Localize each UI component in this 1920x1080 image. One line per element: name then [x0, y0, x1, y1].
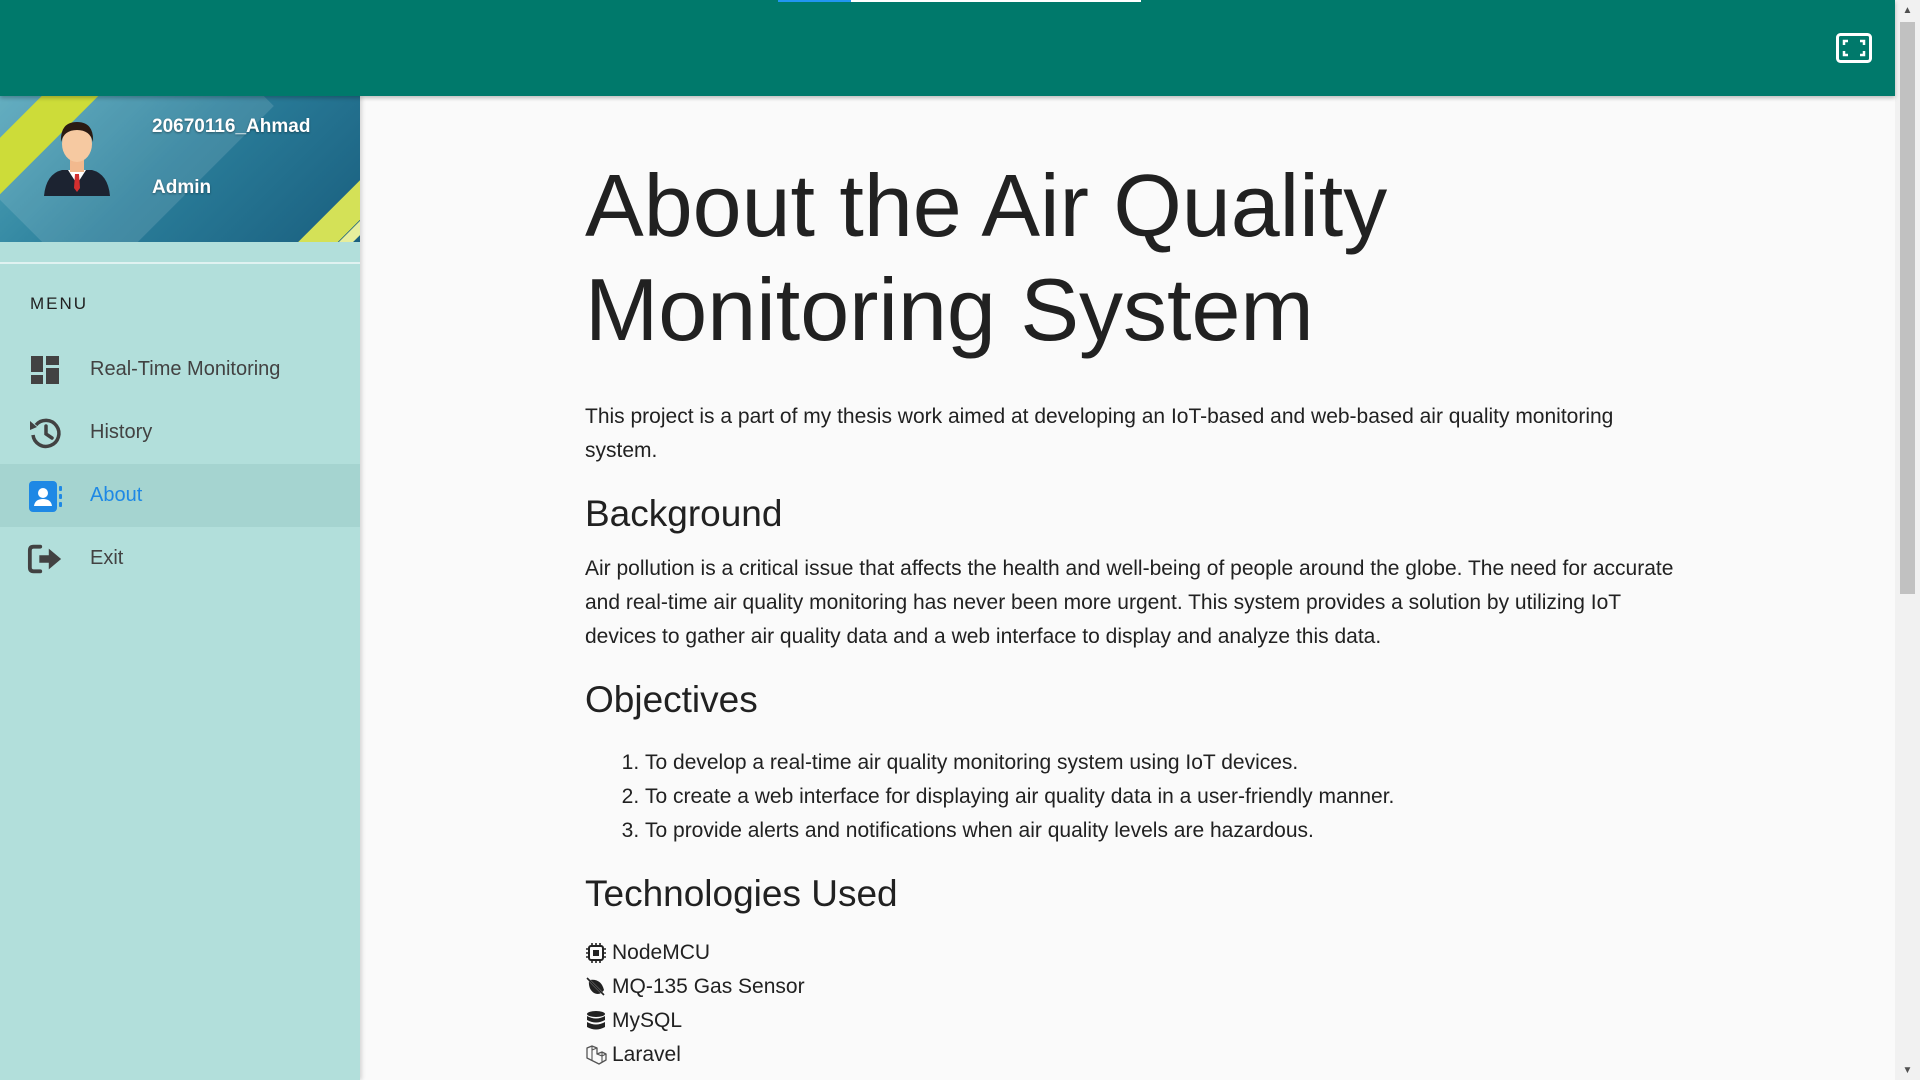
- profile-role: Admin: [152, 177, 212, 198]
- list-item: Laravel: [585, 1038, 1685, 1072]
- leaf-slash-icon: [585, 976, 607, 998]
- laravel-icon: [585, 1044, 607, 1066]
- contact-card-icon: [27, 478, 63, 514]
- vertical-scrollbar[interactable]: ▲ ▼: [1895, 0, 1920, 1080]
- scroll-up-arrow-icon[interactable]: ▲: [1895, 0, 1920, 20]
- history-icon: [27, 415, 63, 451]
- tech-label: MySQL: [612, 1009, 683, 1032]
- profile-username: 20670116_Ahmad: [152, 116, 311, 137]
- technologies-list: NodeMCU MQ-135 Gas Sensor MySQL Laravel: [585, 936, 1685, 1072]
- loading-indicator: [778, 0, 851, 2]
- sidebar-item-about[interactable]: About: [0, 464, 360, 527]
- sidebar-item-label: Real-Time Monitoring: [90, 358, 281, 380]
- intro-paragraph: This project is a part of my thesis work…: [585, 405, 1614, 462]
- list-item: MySQL: [585, 1004, 1685, 1038]
- background-paragraph: Air pollution is a critical issue that a…: [585, 557, 1674, 648]
- sidebar-item-label: Exit: [90, 547, 124, 569]
- avatar: [44, 122, 110, 196]
- sidebar: 20670116_Ahmad Admin MENU Real-Time Moni…: [0, 96, 360, 1080]
- database-icon: [585, 1010, 607, 1032]
- loading-track: [851, 0, 1141, 2]
- sidebar-item-real-time-monitoring[interactable]: Real-Time Monitoring: [0, 338, 360, 401]
- background-heading: Background: [585, 493, 783, 534]
- tech-label: NodeMCU: [612, 941, 711, 964]
- tech-label: MQ-135 Gas Sensor: [612, 975, 805, 998]
- exit-icon: [27, 541, 63, 577]
- list-item: To develop a real-time air quality monit…: [645, 746, 1685, 780]
- fullscreen-button[interactable]: [1836, 33, 1872, 63]
- technologies-heading: Technologies Used: [585, 873, 898, 914]
- microchip-icon: [585, 942, 607, 964]
- page-title-line-1: About the Air Quality: [585, 156, 1388, 255]
- top-app-bar: [0, 0, 1895, 96]
- menu-heading: MENU: [30, 294, 89, 313]
- list-item: NodeMCU: [585, 936, 1685, 970]
- list-item: To provide alerts and notifications when…: [645, 814, 1685, 848]
- objectives-heading: Objectives: [585, 679, 758, 720]
- dashboard-icon: [27, 352, 63, 388]
- list-item: To create a web interface for displaying…: [645, 780, 1685, 814]
- objectives-list: To develop a real-time air quality monit…: [585, 746, 1685, 848]
- scroll-down-arrow-icon[interactable]: ▼: [1895, 1060, 1920, 1080]
- main-content: About the Air Quality Monitoring System …: [585, 96, 1685, 1072]
- fullscreen-icon: [1836, 33, 1872, 63]
- page-title-line-2: Monitoring System: [585, 260, 1314, 359]
- tech-label: Laravel: [612, 1043, 681, 1066]
- sidebar-item-label: History: [90, 421, 153, 443]
- page-title: About the Air Quality Monitoring System: [585, 154, 1685, 362]
- sidebar-item-history[interactable]: History: [0, 401, 360, 464]
- menu-list: Real-Time Monitoring History About Exit: [0, 338, 360, 590]
- sidebar-divider: [0, 262, 360, 264]
- sidebar-item-exit[interactable]: Exit: [0, 527, 360, 590]
- profile-header: 20670116_Ahmad Admin: [0, 96, 360, 242]
- scrollbar-thumb[interactable]: [1900, 22, 1915, 594]
- list-item: MQ-135 Gas Sensor: [585, 970, 1685, 1004]
- sidebar-item-label: About: [90, 484, 143, 506]
